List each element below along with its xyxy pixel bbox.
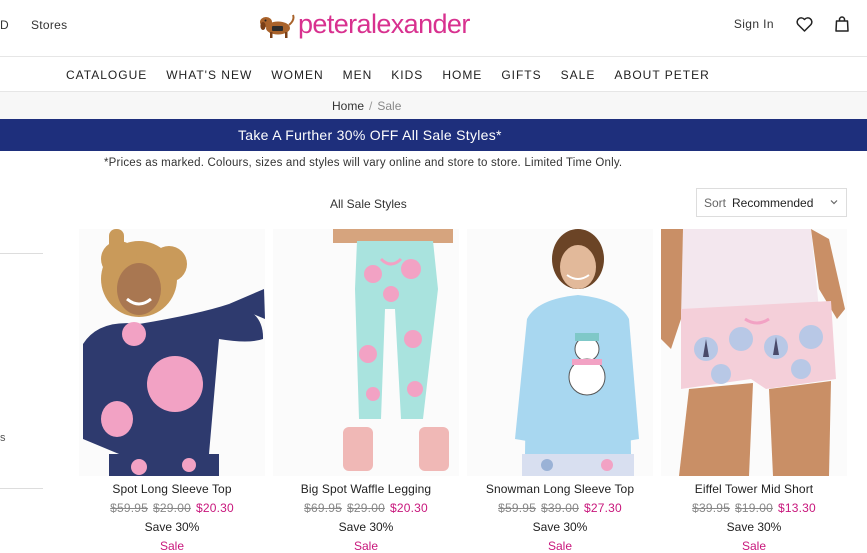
previous-price: $19.00 — [735, 501, 773, 515]
product-image[interactable] — [273, 229, 459, 476]
product-image[interactable] — [79, 229, 265, 476]
previous-price: $39.00 — [541, 501, 579, 515]
original-price: $59.95 — [498, 501, 537, 515]
sort-value: Recommended — [732, 195, 814, 210]
bag-icon — [835, 16, 849, 32]
product-name[interactable]: Spot Long Sleeve Top — [79, 482, 265, 496]
current-price: $13.30 — [777, 501, 816, 515]
chevron-down-icon — [830, 200, 838, 205]
sale-tag: Sale — [353, 539, 379, 553]
filter-fragment-text: s — [0, 432, 6, 444]
filter-divider — [0, 253, 43, 254]
heart-icon — [796, 16, 813, 32]
promo-text: Take A Further 30% OFF All Sale Styles* — [238, 127, 502, 143]
previous-price: $29.00 — [153, 501, 191, 515]
current-price: $20.30 — [389, 501, 428, 515]
dog-logo-icon — [260, 14, 295, 38]
sort-dropdown[interactable]: Sort Recommended — [696, 188, 847, 217]
save-badge: Save 30% — [532, 520, 588, 534]
logo-wordmark: peteralexander — [298, 9, 470, 39]
disclaimer-text: *Prices as marked. Colours, sizes and st… — [104, 157, 623, 169]
nav-item-women[interactable]: WOMEN — [271, 68, 323, 82]
product-image[interactable] — [467, 229, 653, 476]
original-price: $59.95 — [110, 501, 149, 515]
nav-item-about-peter[interactable]: ABOUT PETER — [614, 68, 709, 82]
nav-item-whats-new[interactable]: WHAT'S NEW — [166, 68, 252, 82]
save-badge: Save 30% — [726, 520, 782, 534]
listing-heading: All Sale Styles — [330, 197, 407, 211]
breadcrumb-separator: / — [369, 99, 373, 113]
nav-item-men[interactable]: MEN — [343, 68, 373, 82]
wishlist-button[interactable] — [796, 16, 813, 32]
sale-tag: Sale — [741, 539, 767, 553]
sign-in-link[interactable]: Sign In — [734, 17, 774, 31]
site-header: D Stores peteralexander Sign In — [0, 0, 867, 57]
nav-item-catalogue[interactable]: CATALOGUE — [66, 68, 147, 82]
sale-tag: Sale — [159, 539, 185, 553]
original-price: $69.95 — [304, 501, 343, 515]
main-nav: CATALOGUE WHAT'S NEW WOMEN MEN KIDS HOME… — [0, 57, 867, 92]
previous-price: $29.00 — [347, 501, 385, 515]
original-price: $39.95 — [692, 501, 731, 515]
breadcrumb-home[interactable]: Home — [332, 99, 364, 113]
stores-link[interactable]: Stores — [31, 18, 67, 32]
promo-banner[interactable]: Take A Further 30% OFF All Sale Styles* — [0, 119, 867, 151]
header-link-d[interactable]: D — [0, 18, 9, 32]
product-name[interactable]: Eiffel Tower Mid Short — [661, 482, 847, 496]
current-price: $27.30 — [583, 501, 622, 515]
nav-item-gifts[interactable]: GIFTS — [501, 68, 541, 82]
header-actions: Sign In — [734, 16, 849, 32]
nav-item-home[interactable]: HOME — [442, 68, 482, 82]
nav-item-sale[interactable]: SALE — [561, 68, 596, 82]
header-left-links: D Stores — [0, 18, 67, 32]
sale-tag: Sale — [547, 539, 573, 553]
breadcrumb: Home / Sale — [0, 92, 867, 119]
product-image[interactable] — [661, 229, 847, 476]
bag-button[interactable] — [835, 16, 849, 32]
breadcrumb-current: Sale — [377, 99, 402, 113]
nav-item-kids[interactable]: KIDS — [391, 68, 423, 82]
current-price: $20.30 — [195, 501, 234, 515]
site-logo[interactable]: peteralexander — [258, 9, 470, 40]
save-badge: Save 30% — [144, 520, 200, 534]
sort-label: Sort — [704, 195, 727, 210]
save-badge: Save 30% — [338, 520, 394, 534]
product-name[interactable]: Big Spot Waffle Legging — [273, 482, 459, 496]
filter-divider — [0, 488, 43, 489]
product-name[interactable]: Snowman Long Sleeve Top — [467, 482, 653, 496]
